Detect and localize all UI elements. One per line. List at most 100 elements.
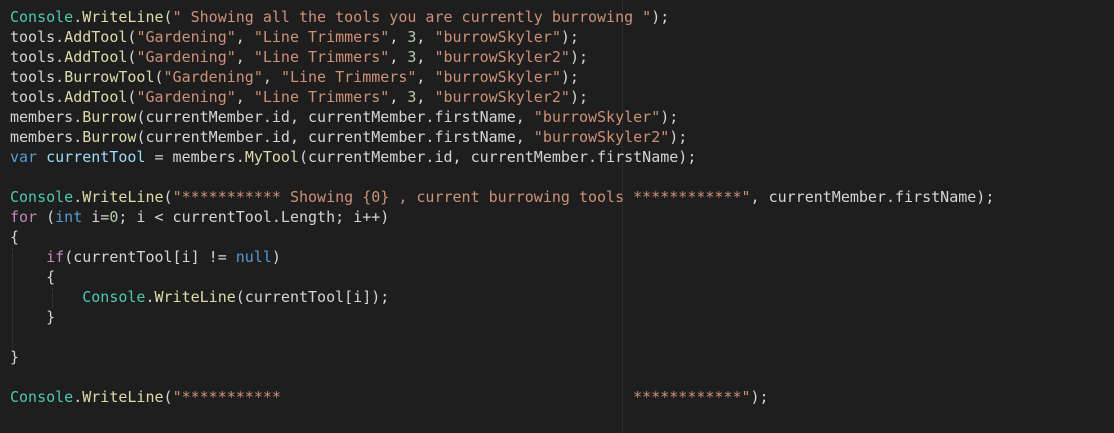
text-token: , bbox=[416, 28, 435, 46]
string-token: "burrowSkyler2" bbox=[434, 88, 570, 106]
type-token: Console bbox=[10, 188, 74, 206]
method-token: Burrow bbox=[82, 108, 137, 126]
code-line[interactable] bbox=[10, 367, 994, 387]
keyword-token: null bbox=[235, 248, 272, 266]
text-token: , bbox=[389, 88, 408, 106]
code-line[interactable]: if(currentTool[i] != null) bbox=[10, 247, 994, 267]
variable-token: currentTool bbox=[46, 148, 146, 166]
text-token: tools. bbox=[10, 88, 65, 106]
text-token: , bbox=[235, 48, 254, 66]
text-token: { bbox=[10, 228, 20, 246]
text-token: ( bbox=[37, 208, 56, 226]
string-token: "burrowSkyler" bbox=[533, 108, 661, 126]
keyword-token: int bbox=[55, 208, 83, 226]
text-token: ( bbox=[154, 68, 164, 86]
code-line[interactable]: tools.AddTool("Gardening", "Line Trimmer… bbox=[10, 87, 994, 107]
method-token: BurrowTool bbox=[64, 68, 155, 86]
code-line[interactable]: { bbox=[10, 267, 994, 287]
string-token: "*********** Showing {0} , current burro… bbox=[172, 188, 751, 206]
method-token: AddTool bbox=[64, 48, 128, 66]
text-token: , bbox=[389, 48, 408, 66]
string-token: "Line Trimmers" bbox=[253, 28, 390, 46]
code-line[interactable]: tools.AddTool("Gardening", "Line Trimmer… bbox=[10, 47, 994, 67]
string-token: "Line Trimmers" bbox=[280, 68, 417, 86]
text-token: members. bbox=[10, 128, 83, 146]
text-token: (currentMember.id, currentMember.firstNa… bbox=[136, 128, 534, 146]
code-editor[interactable]: Console.WriteLine(" Showing all the tool… bbox=[0, 0, 1114, 433]
method-token: AddTool bbox=[64, 88, 128, 106]
method-token: MyTool bbox=[244, 148, 299, 166]
code-line[interactable]: Console.WriteLine("*********** Showing {… bbox=[10, 187, 994, 207]
string-token: "Gardening" bbox=[163, 68, 263, 86]
code-line[interactable]: Console.WriteLine("*********** *********… bbox=[10, 387, 994, 407]
text-token: { bbox=[10, 268, 56, 286]
code-line[interactable]: { bbox=[10, 227, 994, 247]
text-token: , bbox=[235, 88, 254, 106]
code-line[interactable]: tools.AddTool("Gardening", "Line Trimmer… bbox=[10, 27, 994, 47]
code-line[interactable]: } bbox=[10, 347, 994, 367]
string-token: "Gardening" bbox=[136, 88, 236, 106]
text-token: } bbox=[10, 348, 20, 366]
string-token: "*********** ************" bbox=[172, 388, 751, 406]
text-token: ( bbox=[163, 8, 173, 26]
string-token: "Line Trimmers" bbox=[253, 88, 390, 106]
text-token: ); bbox=[560, 28, 579, 46]
code-content[interactable]: Console.WriteLine(" Showing all the tool… bbox=[10, 7, 994, 407]
type-token: Console bbox=[10, 388, 74, 406]
text-token: ); bbox=[750, 388, 769, 406]
method-token: WriteLine bbox=[82, 8, 164, 26]
method-token: WriteLine bbox=[82, 388, 164, 406]
text-token: i= bbox=[82, 208, 110, 226]
control-keyword-token: if bbox=[46, 248, 65, 266]
text-token: ); bbox=[569, 88, 588, 106]
text-token: = members. bbox=[145, 148, 245, 166]
text-token: ); bbox=[651, 8, 670, 26]
text-token: ) bbox=[271, 248, 281, 266]
text-token: . bbox=[73, 388, 83, 406]
code-line[interactable]: members.Burrow(currentMember.id, current… bbox=[10, 107, 994, 127]
text-token: ( bbox=[163, 388, 173, 406]
text-token: ); bbox=[669, 128, 688, 146]
method-token: WriteLine bbox=[82, 188, 164, 206]
code-line[interactable]: tools.BurrowTool("Gardening", "Line Trim… bbox=[10, 67, 994, 87]
text-token: ( bbox=[163, 188, 173, 206]
method-token: AddTool bbox=[64, 28, 128, 46]
string-token: "burrowSkyler" bbox=[434, 28, 561, 46]
method-token: Burrow bbox=[82, 128, 137, 146]
text-token: , bbox=[416, 48, 435, 66]
code-line[interactable]: for (int i=0; i < currentTool.Length; i+… bbox=[10, 207, 994, 227]
text-token: tools. bbox=[10, 68, 65, 86]
text-token: , bbox=[262, 68, 281, 86]
string-token: "burrowSkyler2" bbox=[533, 128, 670, 146]
code-line[interactable]: Console.WriteLine(" Showing all the tool… bbox=[10, 7, 994, 27]
text-token: (currentMember.id, currentMember.firstNa… bbox=[136, 108, 534, 126]
code-line[interactable]: } bbox=[10, 307, 994, 327]
code-line[interactable]: members.Burrow(currentMember.id, current… bbox=[10, 127, 994, 147]
text-token: ); bbox=[560, 68, 579, 86]
text-token: } bbox=[10, 308, 56, 326]
string-token: "burrowSkyler2" bbox=[434, 48, 570, 66]
text-token: ); bbox=[660, 108, 679, 126]
method-token: WriteLine bbox=[154, 288, 236, 306]
text-token: , bbox=[416, 88, 435, 106]
string-token: "burrowSkyler" bbox=[434, 68, 561, 86]
type-token: Console bbox=[10, 8, 74, 26]
text-token: (currentTool[i]); bbox=[235, 288, 390, 306]
code-line[interactable]: var currentTool = members.MyTool(current… bbox=[10, 147, 994, 167]
text-token: . bbox=[73, 188, 83, 206]
code-line[interactable]: Console.WriteLine(currentTool[i]); bbox=[10, 287, 994, 307]
string-token: " Showing all the tools you are currentl… bbox=[172, 8, 652, 26]
text-token: , bbox=[389, 28, 408, 46]
text-token: , bbox=[235, 28, 254, 46]
code-line[interactable] bbox=[10, 327, 994, 347]
code-line[interactable] bbox=[10, 167, 994, 187]
text-token: ; i < currentTool.Length; i++) bbox=[118, 208, 390, 226]
text-token: . bbox=[73, 8, 83, 26]
text-token: tools. bbox=[10, 28, 65, 46]
text-token: members. bbox=[10, 108, 83, 126]
text-token: , currentMember.firstName); bbox=[750, 188, 995, 206]
text-token: , bbox=[416, 68, 435, 86]
